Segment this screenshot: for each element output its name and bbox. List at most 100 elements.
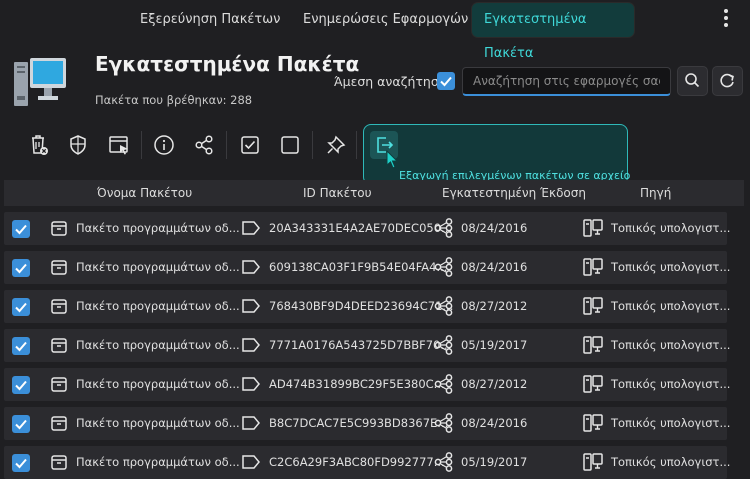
tag-icon [240,413,262,437]
package-source: Τοπικός υπολογιστ... [611,416,731,430]
package-source: Τοπικός υπολογιστ... [611,260,731,274]
version-icon [433,334,455,360]
deselect-all-button[interactable] [275,130,305,160]
package-source: Τοπικός υπολογιστ... [611,338,731,352]
package-id: 20A343331E4A2AE70DEC050... [269,221,453,235]
tag-icon [240,374,262,398]
row-checkbox[interactable] [12,259,30,277]
deselect-icon [281,136,299,154]
open-window-button[interactable] [104,130,134,160]
toolbar-divider [356,131,357,159]
column-header-source[interactable]: Πηγή [640,186,671,200]
row-checkbox[interactable] [12,220,30,238]
window-cursor-icon [109,136,128,155]
reload-icon [720,73,734,88]
installed-version: 08/27/2012 [461,377,528,391]
local-pc-icon [582,256,604,282]
package-name: Πακέτο προγραμμάτων οδ... [76,299,240,313]
version-icon [433,256,455,282]
details-button[interactable] [149,130,179,160]
select-all-icon [241,136,259,154]
installed-version: 05/19/2017 [461,338,528,352]
top-navigation: Εξερεύνηση Πακέτων Ενημερώσεις Εφαρμογών… [0,0,750,61]
package-icon [49,452,69,476]
local-pc-icon [582,217,604,243]
select-all-button[interactable] [235,130,265,160]
info-icon [154,135,174,155]
row-checkbox[interactable] [12,298,30,316]
more-options-icon[interactable] [718,6,734,32]
uninstall-icon [32,135,48,155]
local-pc-icon [582,373,604,399]
live-search-label: Άμεση αναζήτηση [334,74,447,89]
version-icon [433,217,455,243]
package-name: Πακέτο προγραμμάτων οδ... [76,221,240,235]
package-name: Πακέτο προγραμμάτων οδ... [76,260,240,274]
local-pc-icon [582,412,604,438]
package-name: Πακέτο προγραμμάτων οδ... [76,377,240,391]
version-icon [433,295,455,321]
package-name: Πακέτο προγραμμάτων οδ... [76,455,240,469]
shield-icon [70,135,86,155]
package-source: Τοπικός υπολογιστ... [611,377,731,391]
column-header-id[interactable]: ID Πακέτου [303,186,372,200]
local-pc-icon [582,295,604,321]
row-checkbox[interactable] [12,415,30,433]
tab-explore-packages[interactable]: Εξερεύνηση Πακέτων [128,3,292,37]
local-pc-icon [582,334,604,360]
package-icon [49,257,69,281]
toolbar-divider [312,131,313,159]
mouse-cursor-icon [386,150,399,169]
version-icon [433,373,455,399]
package-icon [49,413,69,437]
pin-button[interactable] [321,130,351,160]
installed-version: 08/27/2012 [461,299,528,313]
package-id: 609138CA03F1F9B54E04FA4... [269,260,448,274]
package-id: 7771A0176A543725D7BBF70... [269,338,452,352]
pin-icon [327,135,346,154]
toolbar-divider [141,131,142,159]
package-id: B8C7DCAC7E5C993BD8367E... [269,416,449,430]
packages-found-count: Πακέτα που βρέθηκαν: 288 [95,93,253,107]
admin-button[interactable] [63,130,93,160]
share-button[interactable] [189,130,219,160]
package-id: AD474B31899BC29F5E380C... [269,377,445,391]
search-button[interactable] [677,66,708,96]
package-name: Πακέτο προγραμμάτων οδ... [76,338,240,352]
package-icon [49,335,69,359]
tag-icon [240,452,262,476]
tab-app-updates[interactable]: Ενημερώσεις Εφαρμογών [291,3,480,37]
version-icon [433,451,455,477]
package-icon [49,374,69,398]
package-id: 768430BF9D4DEED23694C71... [269,299,454,313]
live-search-checkbox[interactable] [437,72,455,90]
uninstall-button[interactable] [24,130,54,160]
row-checkbox[interactable] [12,454,30,472]
package-icon [49,296,69,320]
tab-installed-packages[interactable]: Εγκατεστημένα Πακέτα [472,3,634,61]
column-header-name[interactable]: Όνομα Πακέτου [97,186,192,200]
search-icon [685,73,700,88]
tag-icon [240,335,262,359]
column-header-version[interactable]: Εγκατεστημένη Έκδοση [442,186,586,200]
row-checkbox[interactable] [12,376,30,394]
package-id: C2C6A29F3ABC80FD992777... [269,455,445,469]
package-icon [49,218,69,242]
installed-version: 08/24/2016 [461,221,528,235]
tag-icon [240,218,262,242]
local-pc-icon [582,451,604,477]
package-source: Τοπικός υπολογιστ... [611,221,731,235]
reload-button[interactable] [712,66,743,96]
row-checkbox[interactable] [12,337,30,355]
search-input[interactable] [462,67,671,96]
tag-icon [240,257,262,281]
toolbar-divider [226,131,227,159]
share-icon [195,135,213,155]
package-source: Τοπικός υπολογιστ... [611,299,731,313]
package-name: Πακέτο προγραμμάτων οδ... [76,416,240,430]
installed-version: 08/24/2016 [461,416,528,430]
tag-icon [240,296,262,320]
installed-version: 05/19/2017 [461,455,528,469]
checkmark-icon [440,76,452,87]
version-icon [433,412,455,438]
